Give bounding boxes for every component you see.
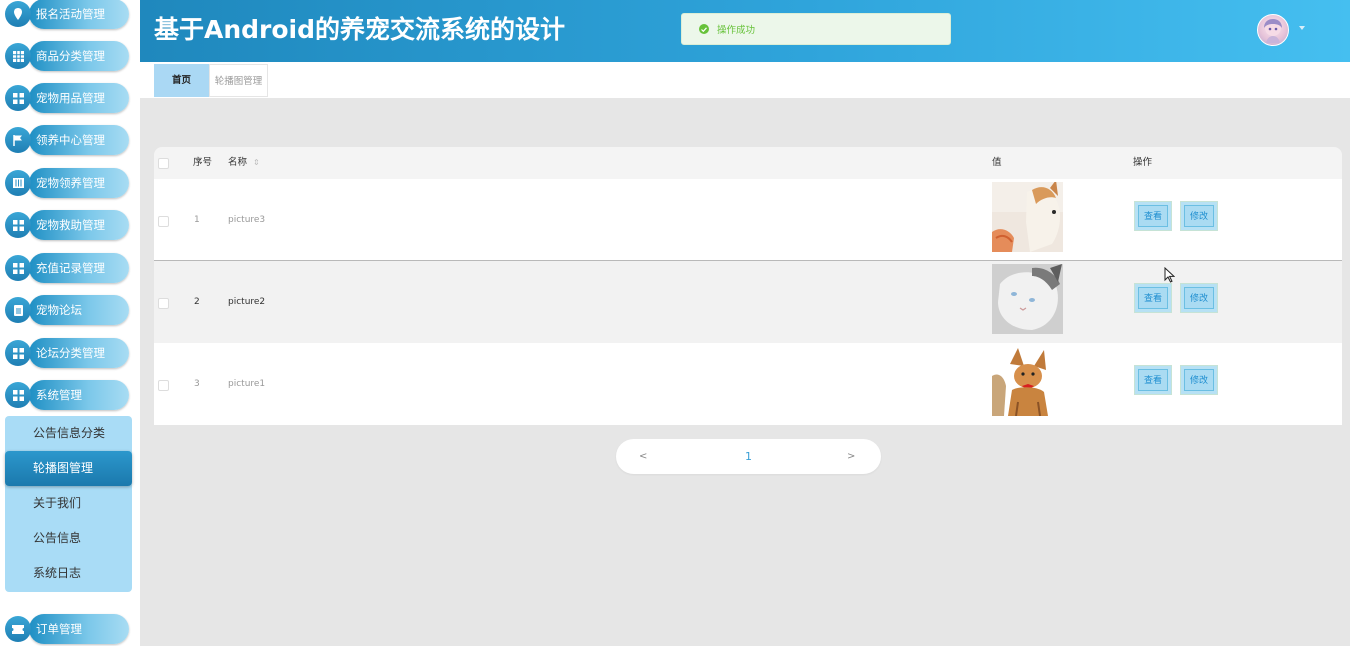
sidebar-item-pet-adoption[interactable]: 宠物领养管理 bbox=[5, 167, 129, 199]
edit-button-label: 修改 bbox=[1184, 369, 1214, 391]
view-button[interactable]: 查看 bbox=[1134, 283, 1172, 313]
view-button-label: 查看 bbox=[1138, 287, 1168, 309]
sidebar-item-label: 报名活动管理 bbox=[36, 7, 105, 21]
row-checkbox[interactable] bbox=[158, 216, 169, 227]
submenu-item-about-us[interactable]: 关于我们 bbox=[5, 486, 132, 521]
ticket-icon bbox=[5, 616, 31, 642]
grid-icon bbox=[5, 43, 31, 69]
sidebar-item-label: 宠物用品管理 bbox=[36, 91, 105, 105]
sidebar-item-label: 商品分类管理 bbox=[36, 49, 105, 63]
sidebar-item-label: 领养中心管理 bbox=[36, 133, 105, 147]
sidebar-item-label: 宠物论坛 bbox=[36, 303, 82, 317]
tab-carousel[interactable]: 轮播图管理 bbox=[209, 64, 268, 97]
apps-icon bbox=[5, 255, 31, 281]
success-toast: 操作成功 bbox=[681, 13, 951, 45]
row-checkbox[interactable] bbox=[158, 298, 169, 309]
edit-button[interactable]: 修改 bbox=[1180, 283, 1218, 313]
sidebar-item-label: 订单管理 bbox=[36, 622, 82, 636]
check-circle-icon bbox=[699, 24, 709, 34]
table-row: 3 picture1 查看 修改 bbox=[154, 343, 1342, 425]
row-checkbox[interactable] bbox=[158, 380, 169, 391]
column-header-value: 值 bbox=[992, 157, 1002, 168]
toast-message: 操作成功 bbox=[717, 25, 756, 36]
system-submenu: 公告信息分类 轮播图管理 关于我们 公告信息 系统日志 bbox=[5, 416, 132, 592]
sidebar-item-label: 充值记录管理 bbox=[36, 261, 105, 275]
sort-icon[interactable]: ⇕ bbox=[253, 158, 260, 167]
sidebar-item-signup-activity[interactable]: 报名活动管理 bbox=[5, 0, 129, 30]
sidebar-item-pet-rescue[interactable]: 宠物救助管理 bbox=[5, 209, 129, 241]
view-button[interactable]: 查看 bbox=[1134, 365, 1172, 395]
view-button[interactable]: 查看 bbox=[1134, 201, 1172, 231]
chihuahua-photo bbox=[992, 346, 1063, 416]
corgi-photo bbox=[992, 182, 1063, 252]
app-title: 基于Android的养宠交流系统的设计 bbox=[154, 15, 566, 44]
sidebar-item-adoption-center[interactable]: 领养中心管理 bbox=[5, 124, 129, 156]
page-number-current[interactable]: 1 bbox=[745, 439, 752, 474]
sidebar-item-pet-forum[interactable]: 宠物论坛 bbox=[5, 294, 129, 326]
row-index: 3 bbox=[194, 379, 200, 389]
tab-home[interactable]: 首页 bbox=[154, 64, 209, 97]
row-index: 1 bbox=[194, 215, 200, 225]
table-header: 序号 名称 ⇕ 值 操作 bbox=[154, 147, 1342, 179]
user-avatar[interactable] bbox=[1257, 14, 1289, 46]
next-page-button[interactable]: > bbox=[847, 439, 855, 474]
column-header-actions: 操作 bbox=[1133, 157, 1153, 168]
sidebar-item-label: 宠物救助管理 bbox=[36, 218, 105, 232]
table-row: 1 picture3 查看 修改 bbox=[154, 179, 1342, 261]
column-header-name[interactable]: 名称 ⇕ bbox=[228, 147, 260, 179]
book-icon bbox=[5, 170, 31, 196]
submenu-item-system-log[interactable]: 系统日志 bbox=[5, 556, 132, 591]
row-name: picture1 bbox=[228, 379, 266, 389]
chevron-down-icon[interactable] bbox=[1299, 26, 1305, 30]
sidebar-item-orders[interactable]: 订单管理 bbox=[5, 613, 129, 645]
sidebar-item-product-category[interactable]: 商品分类管理 bbox=[5, 40, 129, 72]
edit-button[interactable]: 修改 bbox=[1180, 365, 1218, 395]
pagination: < 1 > bbox=[616, 439, 881, 474]
sidebar: 报名活动管理 商品分类管理 宠物用品管理 领养中心管理 宠物领养管理 宠物救助管 bbox=[0, 0, 140, 646]
row-index: 2 bbox=[194, 297, 200, 307]
column-header-name-label: 名称 bbox=[228, 157, 248, 168]
tab-bar: 首页 轮播图管理 bbox=[140, 62, 1350, 98]
edit-button-label: 修改 bbox=[1184, 205, 1214, 227]
apps-icon bbox=[5, 382, 31, 408]
apps-icon bbox=[5, 85, 31, 111]
sidebar-item-label: 论坛分类管理 bbox=[36, 346, 105, 360]
apps-icon bbox=[5, 340, 31, 366]
view-button-label: 查看 bbox=[1138, 369, 1168, 391]
view-button-label: 查看 bbox=[1138, 205, 1168, 227]
location-pin-icon bbox=[5, 1, 31, 27]
apps-icon bbox=[5, 212, 31, 238]
mouse-pointer-icon bbox=[1164, 266, 1176, 287]
avatar-illustration bbox=[1264, 19, 1282, 43]
sidebar-item-label: 宠物领养管理 bbox=[36, 176, 105, 190]
prev-page-button[interactable]: < bbox=[639, 439, 647, 474]
sidebar-item-recharge-records[interactable]: 充值记录管理 bbox=[5, 252, 129, 284]
edit-button[interactable]: 修改 bbox=[1180, 201, 1218, 231]
column-header-index: 序号 bbox=[193, 157, 213, 168]
sidebar-item-forum-category[interactable]: 论坛分类管理 bbox=[5, 337, 129, 369]
document-icon bbox=[5, 297, 31, 323]
submenu-item-notice-category[interactable]: 公告信息分类 bbox=[5, 416, 132, 451]
row-name: picture2 bbox=[228, 297, 266, 307]
sidebar-item-pet-supplies[interactable]: 宠物用品管理 bbox=[5, 82, 129, 114]
flag-icon bbox=[5, 127, 31, 153]
submenu-item-carousel[interactable]: 轮播图管理 bbox=[5, 451, 132, 486]
submenu-item-notice[interactable]: 公告信息 bbox=[5, 521, 132, 556]
top-header: 基于Android的养宠交流系统的设计 操作成功 bbox=[140, 0, 1350, 62]
select-all-checkbox[interactable] bbox=[158, 158, 169, 169]
edit-button-label: 修改 bbox=[1184, 287, 1214, 309]
cat-photo bbox=[992, 264, 1063, 334]
row-name: picture3 bbox=[228, 215, 266, 225]
sidebar-item-label: 系统管理 bbox=[36, 388, 82, 402]
sidebar-item-system[interactable]: 系统管理 bbox=[5, 379, 129, 411]
